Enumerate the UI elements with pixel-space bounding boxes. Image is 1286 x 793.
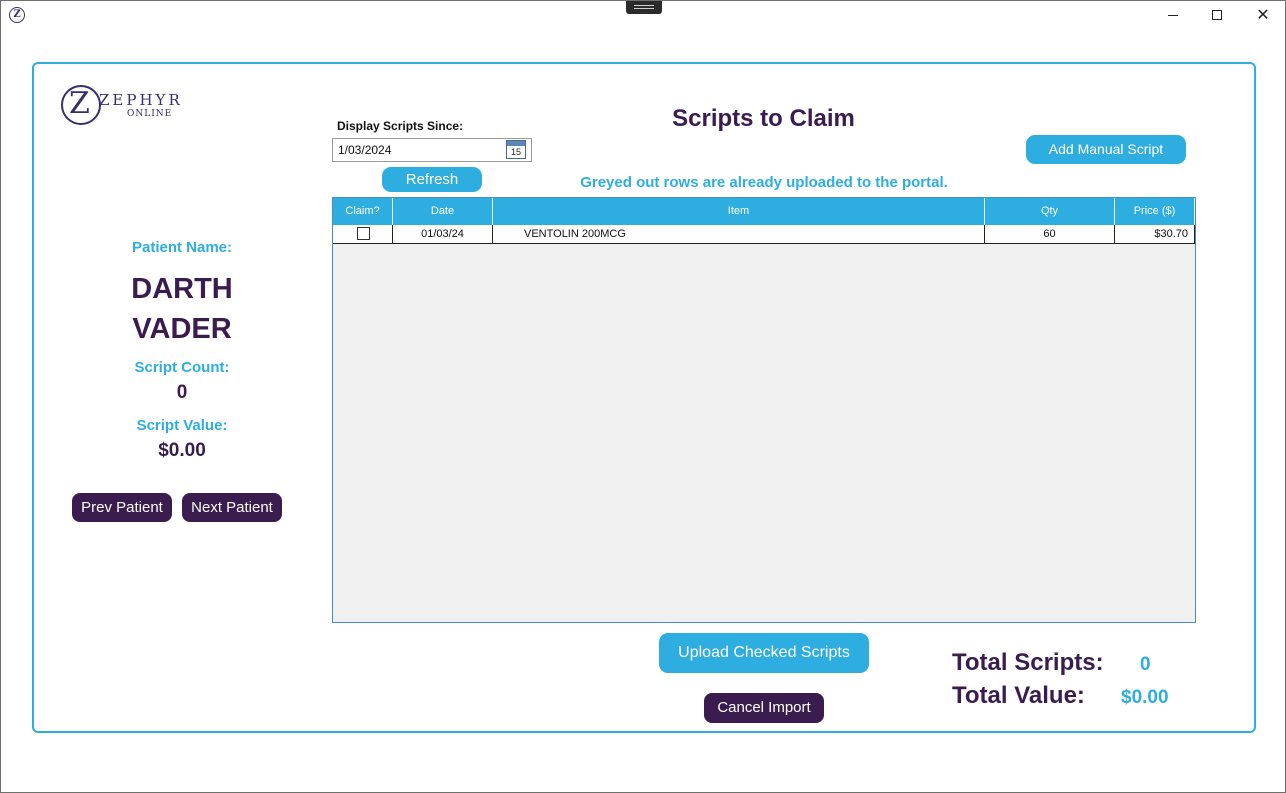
cancel-import-button[interactable]: Cancel Import bbox=[704, 693, 824, 723]
column-item[interactable]: Item bbox=[493, 198, 985, 225]
uploaded-notice: Greyed out rows are already uploaded to … bbox=[580, 174, 948, 191]
table-row[interactable]: 01/03/24 VENTOLIN 200MCG 60 $30.70 bbox=[333, 225, 1195, 244]
calendar-day: 15 bbox=[510, 147, 521, 157]
patient-first-name: DARTH bbox=[131, 273, 233, 305]
logo-sub: ONLINE bbox=[127, 109, 173, 119]
maximize-icon bbox=[1212, 10, 1222, 20]
add-manual-script-button[interactable]: Add Manual Script bbox=[1026, 135, 1186, 164]
refresh-button[interactable]: Refresh bbox=[382, 167, 482, 192]
maximize-button[interactable] bbox=[1207, 5, 1227, 25]
date-cell: 01/03/24 bbox=[393, 225, 493, 243]
page-title: Scripts to Claim bbox=[672, 105, 855, 132]
script-count-label: Script Count: bbox=[134, 359, 230, 376]
total-value-value: $0.00 bbox=[1121, 687, 1169, 708]
total-scripts-value: 0 bbox=[1140, 654, 1151, 675]
zephyr-logo: Z ZEPHYR ONLINE bbox=[61, 85, 201, 129]
item-cell: VENTOLIN 200MCG bbox=[493, 225, 985, 243]
script-value-value: $0.00 bbox=[158, 440, 206, 461]
total-scripts-label: Total Scripts: bbox=[952, 649, 1104, 676]
claim-cell bbox=[333, 225, 393, 243]
patient-name: DARTH VADER bbox=[61, 269, 303, 349]
column-date[interactable]: Date bbox=[393, 198, 493, 225]
logo-letter: Z bbox=[69, 86, 90, 121]
column-qty[interactable]: Qty bbox=[985, 198, 1115, 225]
scripts-grid[interactable]: Claim? Date Item Qty Price ($) 01/03/24 … bbox=[332, 197, 1196, 623]
since-date-input[interactable]: 1/03/2024 bbox=[332, 138, 532, 162]
qty-cell: 60 bbox=[985, 225, 1115, 243]
patient-name-label: Patient Name: bbox=[131, 239, 233, 256]
upload-checked-scripts-button[interactable]: Upload Checked Scripts bbox=[659, 633, 869, 673]
app-window: Z ✕ Z ZEPHYR ONLINE Patient Name: DARTH … bbox=[0, 0, 1286, 793]
claim-checkbox[interactable] bbox=[357, 227, 370, 240]
logo-word: ZEPHYR bbox=[99, 91, 183, 109]
total-value-label: Total Value: bbox=[952, 682, 1085, 709]
script-value-label: Script Value: bbox=[136, 417, 228, 434]
patient-last-name: VADER bbox=[132, 313, 232, 345]
app-logo-icon: Z bbox=[9, 7, 25, 23]
grid-header: Claim? Date Item Qty Price ($) bbox=[333, 198, 1195, 225]
column-price[interactable]: Price ($) bbox=[1115, 198, 1195, 225]
display-since-label: Display Scripts Since: bbox=[337, 119, 464, 133]
calendar-icon[interactable]: 15 bbox=[506, 140, 526, 159]
price-cell: $30.70 bbox=[1115, 225, 1195, 243]
prev-patient-button[interactable]: Prev Patient bbox=[72, 493, 172, 522]
minimize-button[interactable] bbox=[1163, 5, 1183, 25]
next-patient-button[interactable]: Next Patient bbox=[182, 493, 282, 522]
drag-handle[interactable] bbox=[626, 1, 662, 14]
script-count-value: 0 bbox=[176, 382, 188, 403]
column-claim[interactable]: Claim? bbox=[333, 198, 393, 225]
close-button[interactable]: ✕ bbox=[1253, 5, 1273, 25]
minimize-icon bbox=[1168, 15, 1178, 16]
